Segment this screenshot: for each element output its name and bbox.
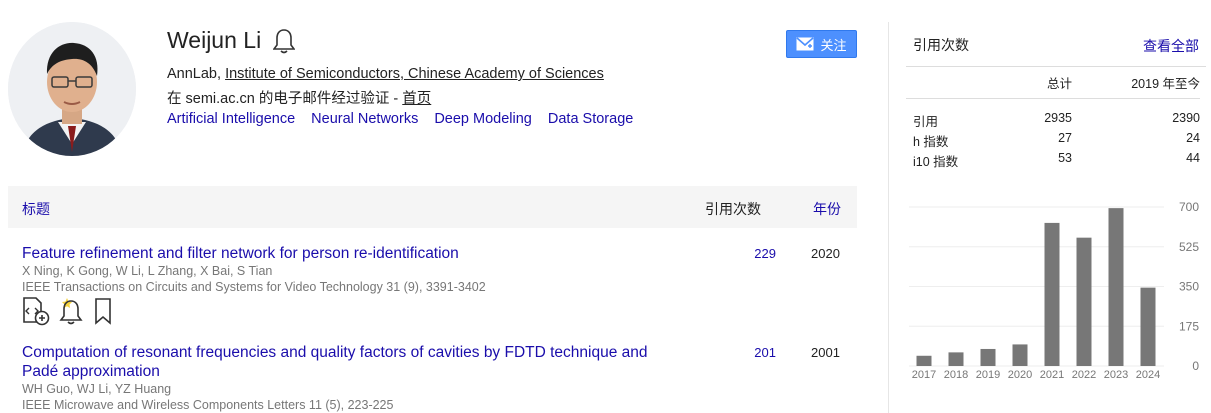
chart-bar-2022[interactable] — [1076, 237, 1092, 366]
y-tick-label: 350 — [1179, 280, 1199, 294]
stats-since: 2390 — [1172, 111, 1200, 125]
article-authors: X Ning, K Gong, W Li, L Zhang, X Bai, S … — [22, 264, 273, 278]
article-cited-count[interactable]: 229 — [738, 246, 776, 261]
stats-header-since: 2019 年至今 — [1131, 77, 1200, 91]
chart-bar-2023[interactable] — [1108, 208, 1124, 366]
citations-heading: 引用次数 — [913, 37, 969, 53]
affiliation-link[interactable]: Institute of Semiconductors, Chinese Aca… — [225, 66, 604, 82]
interest-link[interactable]: Data Storage — [548, 111, 633, 127]
column-divider — [888, 22, 889, 413]
follow-button[interactable]: 关注 — [786, 30, 857, 58]
stats-metric: i10 指数 — [913, 155, 959, 169]
article-row: Computation of resonant frequencies and … — [22, 343, 857, 413]
sort-by-year[interactable]: 年份 — [813, 199, 841, 219]
x-tick-label: 2020 — [1008, 369, 1032, 381]
y-tick-label: 175 — [1179, 319, 1199, 333]
alert-bell-icon[interactable] — [58, 296, 84, 326]
chart-bar-2024[interactable] — [1140, 287, 1156, 366]
bell-icon[interactable] — [272, 28, 296, 54]
homepage-link[interactable]: 首页 — [402, 91, 431, 107]
stats-total: 53 — [1058, 151, 1072, 165]
y-tick-label: 700 — [1179, 200, 1199, 214]
affiliation-prefix: AnnLab, — [167, 66, 226, 82]
x-tick-label: 2019 — [976, 369, 1000, 381]
chart-bar-2020[interactable] — [1012, 344, 1028, 366]
divider — [906, 98, 1200, 99]
stats-row: 引用 2935 2390 — [906, 106, 1200, 129]
chart-bar-2019[interactable] — [980, 348, 996, 366]
citations-per-year-chart: 0 175 350 525 700 2017 2018 2019 2020 2021 2022 202… — [906, 196, 1211, 386]
bookmark-icon[interactable] — [92, 296, 114, 326]
mail-icon — [796, 37, 815, 51]
article-venue: IEEE Microwave and Wireless Components L… — [22, 398, 394, 412]
article-title[interactable]: Feature refinement and filter network fo… — [22, 244, 682, 263]
article-row: Feature refinement and filter network fo… — [22, 244, 857, 295]
stats-header-total: 总计 — [1046, 77, 1072, 91]
profile-name: Weijun Li — [167, 27, 296, 54]
stats-header-row: 总计 2019 年至今 — [906, 68, 1200, 94]
view-all-citations-link[interactable]: 查看全部 — [1143, 36, 1199, 56]
chart-bar-2021[interactable] — [1044, 222, 1060, 366]
y-tick-label: 0 — [1192, 359, 1199, 373]
article-year: 2020 — [811, 246, 840, 261]
stats-total: 2935 — [1044, 111, 1072, 125]
interest-link[interactable]: Neural Networks — [311, 111, 418, 127]
citations-bar-chart: 0 175 350 525 700 2017 2018 2019 2020 2021 2022 202… — [909, 200, 1199, 381]
sort-by-title[interactable]: 标题 — [22, 199, 50, 219]
stats-row: i10 指数 53 44 — [906, 146, 1200, 169]
stats-row: h 指数 27 24 — [906, 126, 1200, 149]
profile-verified-email: 在 semi.ac.cn 的电子邮件经过验证 - 首页 — [167, 87, 431, 108]
stats-since: 24 — [1186, 131, 1200, 145]
add-to-library-icon[interactable] — [22, 296, 50, 326]
citation-stats-table: 总计 2019 年至今 引用 2935 2390 h 指数 27 24 i10 … — [906, 68, 1200, 169]
article-venue: IEEE Transactions on Circuits and System… — [22, 280, 486, 294]
verified-text: 在 semi.ac.cn 的电子邮件经过验证 - — [167, 91, 403, 107]
article-authors: WH Guo, WJ Li, YZ Huang — [22, 382, 172, 396]
x-tick-label: 2021 — [1040, 369, 1064, 381]
chart-bar-2018[interactable] — [948, 352, 964, 366]
x-tick-label: 2024 — [1136, 369, 1160, 381]
article-cited-count[interactable]: 201 — [738, 345, 776, 360]
profile-name-text: Weijun Li — [167, 27, 262, 53]
profile-avatar — [8, 22, 136, 156]
x-tick-label: 2023 — [1104, 369, 1128, 381]
stats-total: 27 — [1058, 131, 1072, 145]
articles-table-header: 标题 引用次数 年份 — [8, 186, 857, 228]
sort-by-cited[interactable]: 引用次数 — [705, 199, 761, 219]
interest-link[interactable]: Artificial Intelligence — [167, 111, 295, 127]
interest-link[interactable]: Deep Modeling — [434, 111, 532, 127]
divider — [906, 66, 1206, 67]
x-tick-label: 2018 — [944, 369, 968, 381]
article-year: 2001 — [811, 345, 840, 360]
article-title[interactable]: Computation of resonant frequencies and … — [22, 343, 682, 381]
profile-affiliation: AnnLab, Institute of Semiconductors, Chi… — [167, 66, 604, 82]
x-tick-label: 2017 — [912, 369, 936, 381]
y-tick-label: 525 — [1179, 240, 1199, 254]
chart-bar-2017[interactable] — [916, 355, 932, 366]
stats-since: 44 — [1186, 151, 1200, 165]
follow-label: 关注 — [820, 37, 847, 53]
x-tick-label: 2022 — [1072, 369, 1096, 381]
article-action-icons — [22, 296, 114, 326]
research-interests: Artificial Intelligence Neural Networks … — [167, 111, 633, 127]
